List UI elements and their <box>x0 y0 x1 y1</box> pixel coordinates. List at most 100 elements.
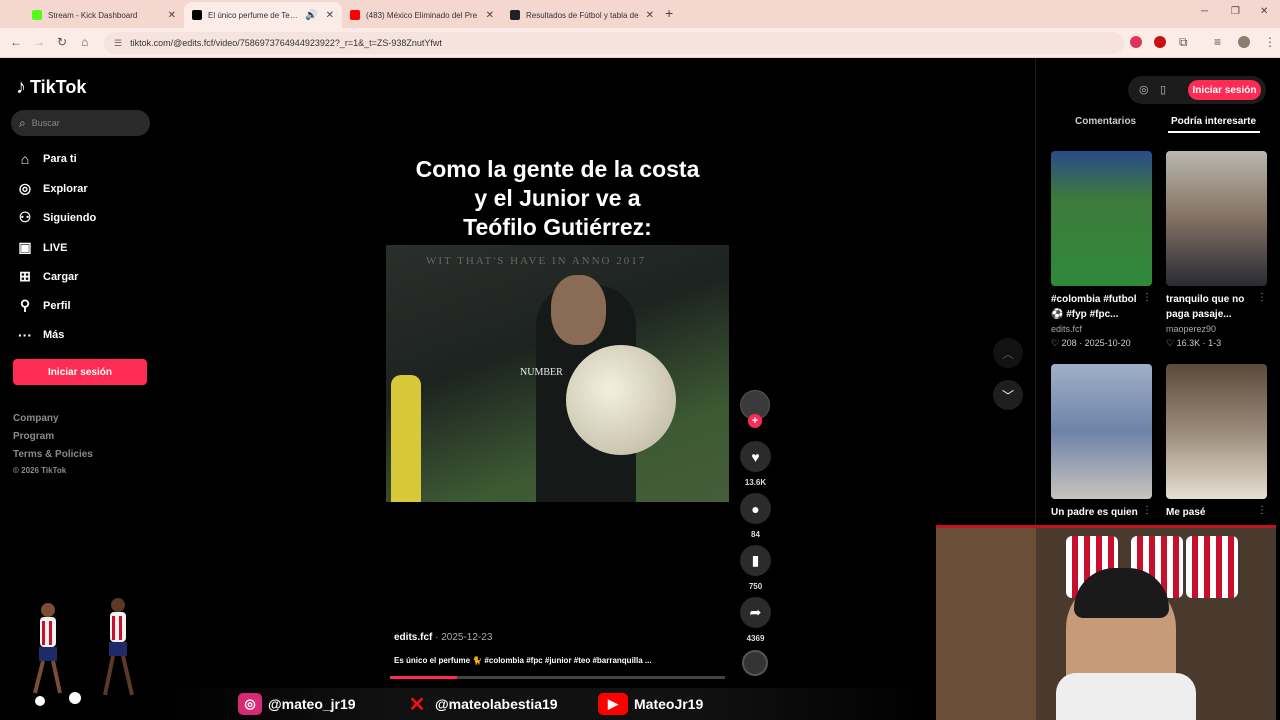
browser-tab-kick[interactable]: Stream - Kick Dashboard ✕ <box>24 2 184 28</box>
chevron-down-icon: ﹀ <box>1001 388 1014 403</box>
youtube-icon: ▶ <box>598 693 628 715</box>
card-more-icon[interactable]: ⋮ <box>1257 292 1267 303</box>
tab-title: El único perfume de Teófilo <box>208 10 300 20</box>
video-player[interactable]: WIT THAT'S HAVE IN ANNO 2017 NUMBER <box>386 245 729 502</box>
browser-tab-tiktok[interactable]: El único perfume de Teófilo 🔊 ✕ <box>184 2 342 28</box>
caption-line: Teófilo Gutiérrez: <box>463 214 652 240</box>
like-count: 13.6K <box>744 478 767 487</box>
search-input[interactable] <box>31 118 132 128</box>
music-disc-icon[interactable] <box>742 650 768 676</box>
comment-button[interactable]: ● <box>740 493 771 524</box>
x-logo-icon: ✕ <box>408 693 426 716</box>
webcam-overlay <box>936 525 1276 720</box>
card-thumbnail[interactable] <box>1051 151 1152 286</box>
new-tab-button[interactable]: + <box>665 5 673 21</box>
close-tab-icon[interactable]: ✕ <box>168 10 176 21</box>
players-artwork <box>33 598 134 706</box>
card-title[interactable]: tranquilo que no paga pasaje... <box>1166 292 1261 322</box>
search-icon: ⌕ <box>19 115 26 130</box>
footer-company-link[interactable]: Company <box>13 413 59 424</box>
home-browser-icon[interactable]: ⌂ <box>81 35 88 49</box>
speaker-icon[interactable]: 🔊 <box>305 10 317 21</box>
reload-icon[interactable]: ↻ <box>57 35 67 49</box>
close-window-icon[interactable]: ✕ <box>1260 6 1268 17</box>
heart-outline-icon: ♡ <box>1166 338 1175 348</box>
following-icon: ⚇ <box>18 209 32 225</box>
login-button-sidebar[interactable]: Iniciar sesión <box>13 359 147 385</box>
player-head <box>551 275 606 345</box>
maximize-icon[interactable]: ❐ <box>1231 6 1240 17</box>
opera-icon[interactable] <box>1154 36 1166 48</box>
card-title[interactable]: Un padre es quien <box>1051 505 1146 520</box>
video-overlay-caption: Como la gente de la costa y el Junior ve… <box>400 155 715 242</box>
card-more-icon[interactable]: ⋮ <box>1142 292 1152 303</box>
tiktok-logo[interactable]: ♪ TikTok <box>16 76 86 99</box>
extension-red-icon[interactable] <box>1130 36 1142 48</box>
streamer-shirt <box>1056 673 1196 720</box>
explore-compass-icon[interactable]: ◎ <box>1139 83 1149 96</box>
x-handle: ✕ @mateolabestia19 <box>405 693 558 716</box>
card-thumbnail[interactable] <box>1166 364 1267 499</box>
tab-title: (483) México Eliminado del Pre <box>366 10 478 20</box>
results-favicon-icon <box>510 10 520 20</box>
browser-tab-results[interactable]: Resultados de Fútbol y tabla de ✕ <box>502 2 662 28</box>
video-progress-bar[interactable] <box>390 676 725 679</box>
card-more-icon[interactable]: ⋮ <box>1257 505 1267 516</box>
previous-video-button[interactable]: ︿ <box>993 338 1023 368</box>
card-thumbnail[interactable] <box>1166 151 1267 286</box>
site-info-icon[interactable]: ☰ <box>114 38 122 49</box>
follow-plus-icon[interactable]: + <box>748 414 762 428</box>
nav-label: LIVE <box>43 241 68 254</box>
card-title[interactable]: #colombia #futbol ⚽ #fyp #fpc... <box>1051 292 1146 322</box>
tab-search-icon[interactable]: ≡ <box>1214 35 1221 49</box>
kick-favicon-icon <box>32 10 42 20</box>
nav-label: Cargar <box>43 270 79 283</box>
card-likes: 208 <box>1061 338 1077 348</box>
video-description: Es único el perfume 🐈 #colombia #fpc #ju… <box>394 656 652 665</box>
forward-icon[interactable]: → <box>33 35 45 49</box>
minimize-icon[interactable]: ─ <box>1201 6 1208 17</box>
instagram-icon: ◎ <box>238 693 262 715</box>
browser-tab-youtube[interactable]: (483) México Eliminado del Pre ✕ <box>342 2 502 28</box>
nav-more[interactable]: ··· Más <box>16 327 64 343</box>
url-bar[interactable]: ☰ tiktok.com/@edits.fcf/video/7586973764… <box>104 32 1124 54</box>
home-icon: ⌂ <box>20 151 30 167</box>
nav-upload[interactable]: ⊞ Cargar <box>16 268 78 285</box>
tab-comments[interactable]: Comentarios <box>1075 116 1136 127</box>
card-author[interactable]: edits.fcf <box>1051 324 1082 334</box>
back-icon[interactable]: ← <box>10 35 22 49</box>
nav-label: Más <box>43 329 65 341</box>
nav-explore[interactable]: ◎ Explorar <box>16 180 88 197</box>
card-author[interactable]: maoperez90 <box>1166 324 1216 334</box>
close-tab-icon[interactable]: ✕ <box>486 10 494 21</box>
live-icon: ▣ <box>18 239 32 255</box>
close-tab-icon[interactable]: ✕ <box>646 10 654 21</box>
bookmark-icon: ▮ <box>751 552 760 568</box>
footer-program-link[interactable]: Program <box>13 431 54 442</box>
nav-profile[interactable]: ⚲ Perfil <box>16 297 71 314</box>
nav-live[interactable]: ▣ LIVE <box>16 239 67 256</box>
like-button[interactable]: ♥ <box>740 441 771 472</box>
search-box[interactable]: ⌕ <box>11 110 150 136</box>
extensions-icon[interactable]: ⧉ <box>1179 35 1188 50</box>
close-tab-icon[interactable]: ✕ <box>326 10 334 21</box>
device-icon[interactable]: ▯ <box>1160 83 1166 96</box>
tab-recommended[interactable]: Podría interesarte <box>1171 116 1256 127</box>
nav-following[interactable]: ⚇ Siguiendo <box>16 209 96 226</box>
author-name[interactable]: edits.fcf <box>394 632 432 643</box>
footer-terms-link[interactable]: Terms & Policies <box>13 449 93 460</box>
share-button[interactable]: ➦ <box>740 597 771 628</box>
card-more-icon[interactable]: ⋮ <box>1142 505 1152 516</box>
heart-outline-icon: ♡ <box>1051 338 1060 348</box>
video-watermark: NUMBER <box>520 367 563 378</box>
next-video-button[interactable]: ﹀ <box>993 380 1023 410</box>
card-thumbnail[interactable] <box>1051 364 1152 499</box>
save-button[interactable]: ▮ <box>740 545 771 576</box>
youtube-text: MateoJr19 <box>634 696 704 712</box>
login-button-top[interactable]: Iniciar sesión <box>1188 80 1261 100</box>
profile-avatar[interactable] <box>1238 36 1250 48</box>
card-date: 1-3 <box>1208 338 1222 348</box>
card-title[interactable]: Me pasé <box>1166 505 1261 520</box>
nav-for-you[interactable]: ⌂ Para ti <box>16 151 77 167</box>
browser-menu-icon[interactable]: ⋮ <box>1264 35 1276 49</box>
